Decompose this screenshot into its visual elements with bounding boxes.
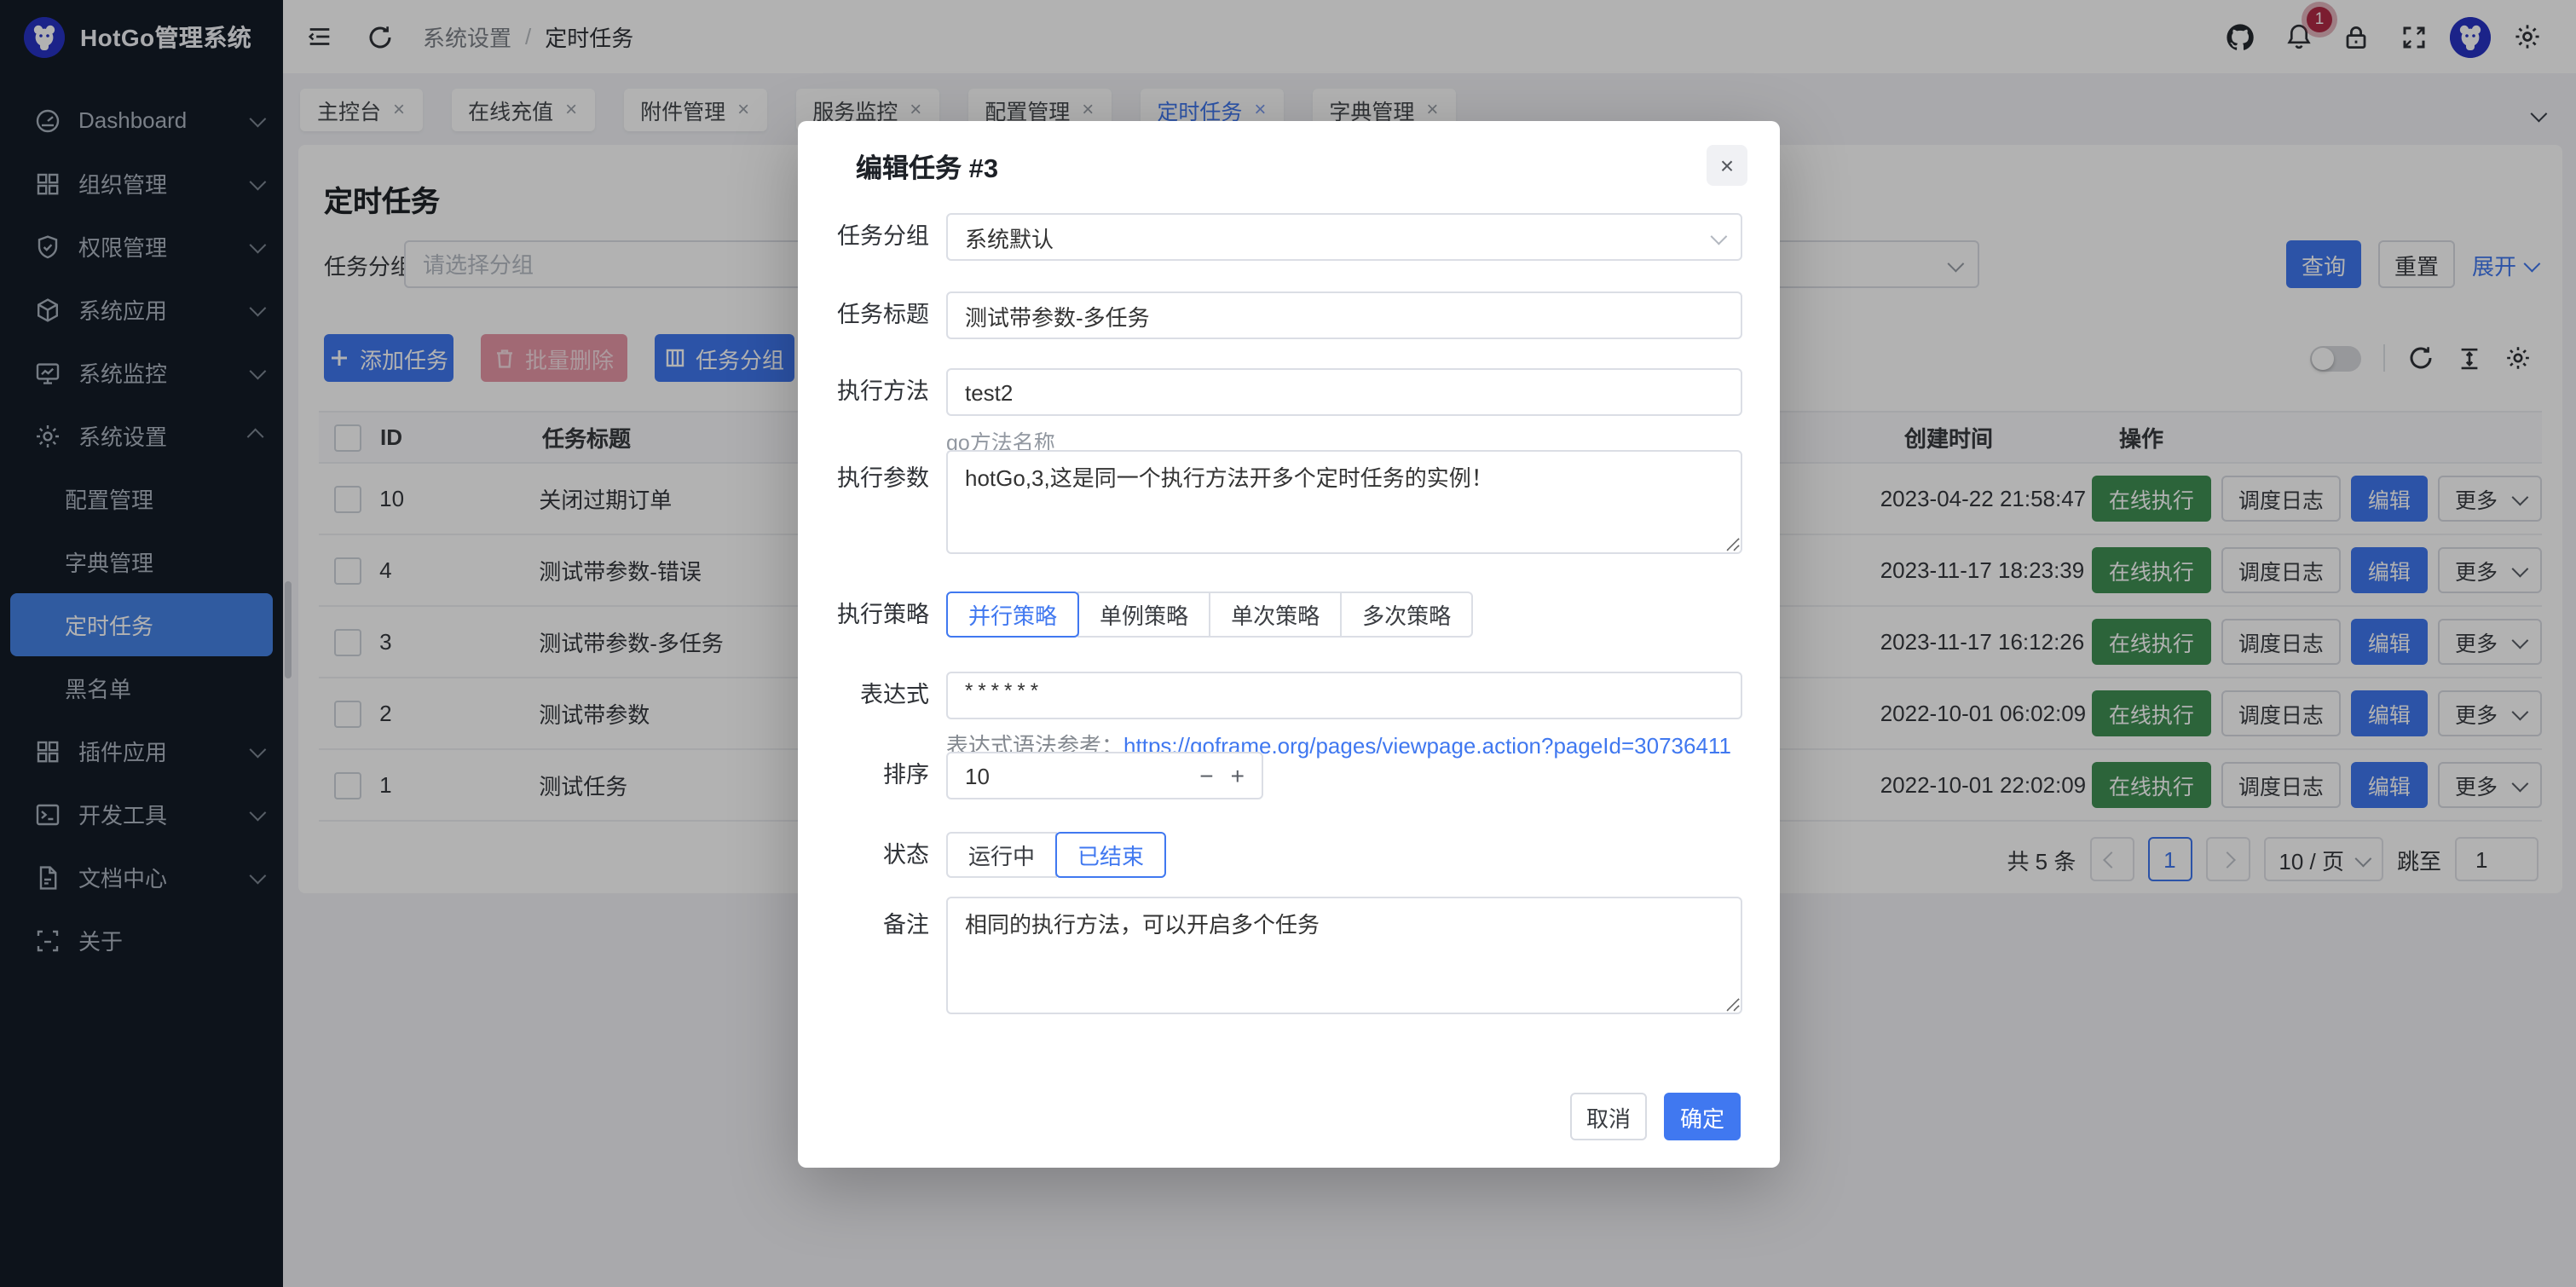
exec-params-textarea[interactable]: hotGo,3,这是同一个执行方法开多个定时任务的实例！ [946, 450, 1742, 554]
field-label-method: 执行方法 [800, 368, 929, 414]
app-root: HotGo管理系统 Dashboard 组织管理 [0, 0, 2576, 1287]
field-label-expr: 表达式 [800, 672, 929, 718]
expression-input-wrap [946, 672, 1742, 719]
field-label-sort: 排序 [800, 752, 929, 798]
exec-policy-group: 并行策略 单例策略 单次策略 多次策略 [946, 592, 1473, 638]
note-textarea[interactable]: 相同的执行方法，可以开启多个任务 [946, 897, 1742, 1014]
policy-singleton-button[interactable]: 单例策略 [1077, 592, 1210, 638]
field-label-title: 任务标题 [800, 291, 929, 338]
field-label-status: 状态 [800, 832, 929, 878]
policy-parallel-button[interactable]: 并行策略 [946, 592, 1079, 638]
status-group: 运行中 已结束 [946, 832, 1166, 878]
close-icon: × [1720, 152, 1734, 179]
modal-title: 编辑任务 #3 [856, 148, 998, 186]
task-title-input[interactable] [965, 303, 1724, 328]
edit-task-modal: 编辑任务 #3 × 任务分组 系统默认 任务标题 执行方法 go方法名称 执行参… [798, 121, 1780, 1168]
status-ended-button[interactable]: 已结束 [1055, 832, 1166, 878]
field-label-params: 执行参数 [800, 455, 929, 501]
decrement-button[interactable]: − [1199, 762, 1213, 789]
exec-method-input-wrap [946, 368, 1742, 416]
modal-footer: 取消 确定 [1570, 1093, 1741, 1140]
modal-close-button[interactable]: × [1707, 145, 1747, 186]
field-label-policy: 执行策略 [800, 592, 929, 638]
expression-input[interactable] [965, 678, 1724, 702]
task-title-input-wrap [946, 291, 1742, 339]
chevron-down-icon [1711, 228, 1728, 245]
policy-multi-button[interactable]: 多次策略 [1340, 592, 1473, 638]
increment-button[interactable]: + [1231, 762, 1245, 789]
field-label-note: 备注 [800, 902, 929, 948]
task-group-value: 系统默认 [965, 221, 1054, 253]
cancel-button[interactable]: 取消 [1570, 1093, 1647, 1140]
confirm-button[interactable]: 确定 [1664, 1093, 1741, 1140]
sort-input[interactable] [965, 763, 1135, 788]
field-label-group: 任务分组 [800, 213, 929, 259]
task-group-select[interactable]: 系统默认 [946, 213, 1742, 261]
status-running-button[interactable]: 运行中 [946, 832, 1057, 878]
exec-method-input[interactable] [965, 379, 1724, 405]
sort-number-input: − + [946, 752, 1263, 799]
policy-once-button[interactable]: 单次策略 [1209, 592, 1342, 638]
